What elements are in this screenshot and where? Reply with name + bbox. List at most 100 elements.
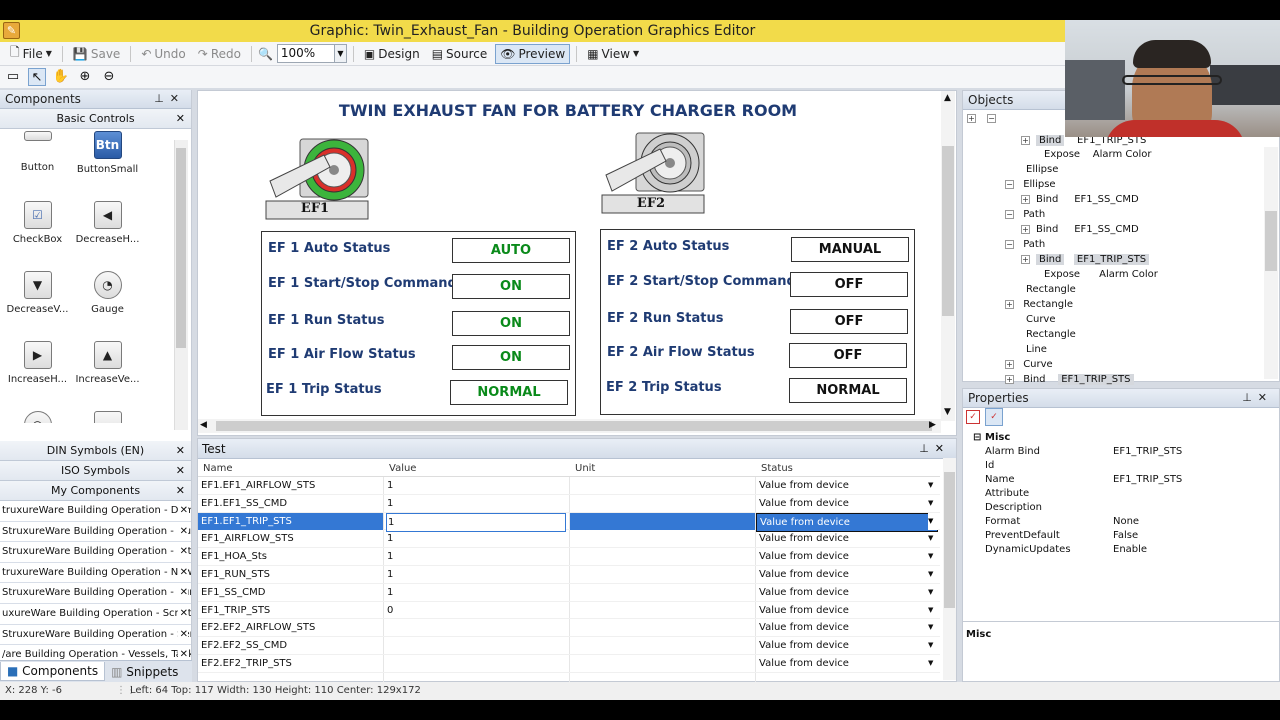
pointer-tool-icon[interactable]: ↖ — [28, 68, 46, 86]
ef2-run-status-value[interactable]: OFF — [790, 309, 908, 334]
component-increase-h[interactable]: ▶ IncreaseH... — [0, 341, 75, 385]
tree-node[interactable]: + Bind EF1_SS_CMD — [1021, 194, 1139, 205]
property-row[interactable]: Description — [963, 501, 1280, 515]
table-row[interactable]: EF1_AIRFLOW_STS 1 Value from device ▼ — [198, 530, 940, 549]
view-menu-button[interactable]: ▦ View ▼ — [583, 44, 643, 64]
ef1-run-status-value[interactable]: ON — [452, 311, 570, 336]
property-row[interactable]: Id — [963, 459, 1280, 473]
tree-node[interactable]: Rectangle — [1026, 329, 1076, 340]
file-menu-button[interactable]: 🗋 File ▼ — [6, 44, 56, 64]
close-icon[interactable]: ✕ — [176, 441, 185, 461]
chevron-down-icon[interactable]: ▼ — [928, 619, 938, 636]
tree-node-selected[interactable]: + Bind EF1_TRIP_STS — [1021, 254, 1150, 265]
expand-icon[interactable]: + — [1005, 375, 1014, 384]
property-row[interactable]: Format None — [963, 515, 1280, 529]
table-row[interactable]: EF1.EF1_AIRFLOW_STS 1 Value from device ▼ — [198, 477, 940, 495]
zoom-select[interactable]: 100% ▼ — [276, 44, 347, 63]
tree-node[interactable]: Expose Alarm Color — [1044, 149, 1152, 160]
collapse-icon[interactable]: − — [1005, 180, 1014, 189]
design-button[interactable]: ▣ Design — [360, 44, 424, 64]
tree-node[interactable]: + Curve — [1005, 359, 1053, 370]
ef2-airflow-value[interactable]: OFF — [789, 343, 907, 368]
pin-close-icons[interactable]: ⊥✕ — [1242, 391, 1273, 404]
tree-node[interactable]: − Path — [1005, 209, 1045, 220]
property-row[interactable]: Name EF1_TRIP_STS — [963, 473, 1280, 487]
chevron-down-icon[interactable]: ▼ — [928, 530, 938, 547]
property-category[interactable]: ⊟ Misc — [963, 431, 1280, 445]
table-row[interactable]: EF1_HOA_Sts 1 Value from device ▼ — [198, 548, 940, 566]
app-icon[interactable]: ✎ — [3, 22, 20, 39]
collapse-all-icon[interactable]: − — [987, 113, 1002, 124]
canvas-horizontal-scroll-thumb[interactable] — [216, 421, 932, 431]
tree-node[interactable]: − Path — [1005, 239, 1045, 250]
col-unit[interactable]: Unit — [575, 460, 595, 477]
collapse-icon[interactable]: ⊟ — [973, 431, 981, 445]
section-iso-symbols[interactable]: ISO Symbols ✕ — [0, 461, 191, 481]
tree-node[interactable]: Curve — [1026, 314, 1056, 325]
categorized-view-icon[interactable]: ✓ — [966, 410, 980, 424]
tree-node[interactable]: Expose Alarm Color — [1044, 269, 1158, 280]
tree-node[interactable]: Ellipse — [1026, 164, 1058, 175]
close-icon[interactable]: ✕ — [177, 542, 188, 562]
components-scroll-thumb[interactable] — [176, 148, 186, 348]
library-ducts[interactable]: StruxureWare Building Operation - Ducts ✕ — [0, 521, 191, 543]
graphic-canvas[interactable]: TWIN EXHAUST FAN FOR BATTERY CHARGER ROO… — [197, 90, 957, 436]
close-icon[interactable]: ✕ — [176, 481, 185, 501]
ef2-auto-status-value[interactable]: MANUAL — [791, 237, 909, 262]
scroll-right-icon[interactable]: ▶ — [929, 420, 936, 430]
property-row[interactable]: DynamicUpdates Enable — [963, 543, 1280, 557]
expand-icon[interactable]: + — [1005, 300, 1014, 309]
source-button[interactable]: ▤ Source — [428, 44, 492, 64]
col-name[interactable]: Name — [203, 460, 233, 477]
component-panel[interactable] — [70, 411, 145, 423]
save-button[interactable]: 💾 Save — [69, 44, 124, 64]
collapse-icon[interactable]: − — [1005, 240, 1014, 249]
table-row[interactable]: EF2.EF2_TRIP_STS Value from device ▼ — [198, 655, 940, 673]
component-button[interactable]: Button — [0, 131, 75, 173]
chevron-down-icon[interactable]: ▼ — [928, 495, 938, 512]
tab-components[interactable]: ■ Components — [0, 662, 106, 681]
library-scripted[interactable]: uxureWare Building Operation - ScriptedP… — [0, 603, 191, 625]
close-icon[interactable]: ✕ — [177, 562, 188, 583]
close-icon[interactable]: ✕ — [176, 461, 185, 481]
ef1-auto-status-value[interactable]: AUTO — [452, 238, 570, 263]
chevron-down-icon[interactable]: ▼ — [928, 477, 938, 494]
table-row[interactable]: EF1_SS_CMD 1 Value from device ▼ — [198, 584, 940, 602]
tree-node[interactable]: Rectangle — [1026, 284, 1076, 295]
chevron-down-icon[interactable]: ▼ — [928, 548, 938, 565]
section-my-components[interactable]: My Components ✕ — [0, 481, 191, 501]
library-pumps[interactable]: StruxureWare Building Operation - Pumps ✕ — [0, 583, 191, 604]
library-newfan[interactable]: truxureWare Building Operation - NewFan ✕ — [0, 562, 191, 584]
close-icon[interactable]: ✕ — [177, 521, 188, 542]
col-value[interactable]: Value — [389, 460, 416, 477]
table-row[interactable]: EF2.EF2_AIRFLOW_STS Value from device ▼ — [198, 619, 940, 638]
expand-icon[interactable]: + — [1021, 225, 1030, 234]
close-icon[interactable]: ✕ — [177, 501, 188, 521]
expand-icon[interactable]: + — [1021, 255, 1030, 264]
close-icon[interactable]: ✕ — [177, 583, 188, 603]
ef2-trip-status-value[interactable]: NORMAL — [789, 378, 907, 403]
alphabetical-view-icon[interactable]: ✓ — [985, 408, 1003, 426]
zoom-in-icon[interactable]: ⊕ — [76, 68, 94, 86]
ef2-start-stop-value[interactable]: OFF — [790, 272, 908, 297]
tab-snippets[interactable]: ▥ Snippets — [105, 663, 184, 681]
library-dampers[interactable]: truxureWare Building Operation - Dampers… — [0, 501, 191, 522]
property-row[interactable]: Alarm Bind EF1_TRIP_STS — [963, 445, 1280, 459]
tree-node[interactable]: + Rectangle — [1005, 299, 1073, 310]
close-icon[interactable]: ✕ — [176, 109, 185, 129]
scroll-down-icon[interactable]: ▼ — [944, 407, 951, 417]
component-checkbox[interactable]: ☑ CheckBox — [0, 201, 75, 245]
table-row-selected[interactable]: EF1.EF1_TRIP_STS 1 Value from device ▼ — [198, 512, 940, 532]
chevron-down-icon[interactable]: ▼ — [928, 637, 938, 654]
expand-all-icon[interactable]: + — [967, 113, 982, 124]
test-grid-scroll-thumb[interactable] — [944, 472, 955, 608]
component-increase-v[interactable]: ▲ IncreaseVe... — [70, 341, 145, 385]
chevron-down-icon[interactable]: ▼ — [928, 566, 938, 583]
redo-button[interactable]: ↷ Redo — [194, 44, 245, 64]
section-din-symbols[interactable]: DIN Symbols (EN) ✕ — [0, 441, 191, 461]
tree-node[interactable]: + Bind EF1_TRIP_STS — [1005, 374, 1134, 385]
close-icon[interactable]: ✕ — [177, 603, 188, 624]
ef1-trip-status-value[interactable]: NORMAL — [450, 380, 568, 405]
chevron-down-icon[interactable]: ▼ — [928, 602, 938, 619]
chevron-down-icon[interactable]: ▼ — [928, 584, 938, 601]
